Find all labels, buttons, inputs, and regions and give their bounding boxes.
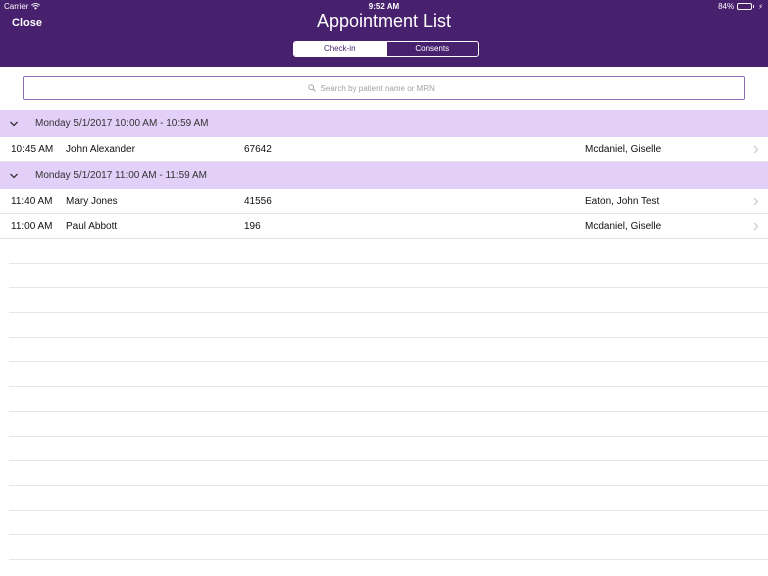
section-header[interactable]: Monday 5/1/2017 10:00 AM - 10:59 AM <box>0 110 768 137</box>
empty-row <box>0 338 768 363</box>
table-row[interactable]: 10:45 AM John Alexander 67642 Mcdaniel, … <box>0 137 768 162</box>
empty-row <box>0 511 768 536</box>
patient-mrn: 67642 <box>244 144 272 155</box>
empty-row <box>0 437 768 462</box>
empty-row <box>0 387 768 412</box>
patient-name: John Alexander <box>66 144 135 155</box>
section-header[interactable]: Monday 5/1/2017 11:00 AM - 11:59 AM <box>0 162 768 189</box>
battery-percent: 84% <box>718 2 735 11</box>
section-title: Monday 5/1/2017 11:00 AM - 11:59 AM <box>35 170 207 181</box>
charging-icon: ⚡ <box>758 3 763 11</box>
nav-header: Carrier 9:52 AM 84% ⚡ Close Appointment … <box>0 0 768 67</box>
battery-icon <box>737 3 755 10</box>
section-title: Monday 5/1/2017 10:00 AM - 10:59 AM <box>35 118 209 129</box>
appointment-time: 11:40 AM <box>11 196 53 207</box>
empty-row <box>0 412 768 437</box>
status-right: 84% ⚡ <box>718 2 763 11</box>
segmented-control: Check-in Consents <box>293 41 479 57</box>
page-title: Appointment List <box>316 11 452 31</box>
tab-consents[interactable]: Consents <box>385 42 479 56</box>
chevron-down-icon[interactable] <box>9 171 19 181</box>
empty-row <box>0 535 768 560</box>
empty-row <box>0 461 768 486</box>
appointment-list: Monday 5/1/2017 10:00 AM - 10:59 AM 10:4… <box>0 110 768 560</box>
status-time: 9:52 AM <box>368 2 400 11</box>
search-icon <box>307 84 316 92</box>
empty-row <box>0 239 768 264</box>
chevron-right-icon <box>753 145 759 154</box>
empty-row <box>0 486 768 511</box>
patient-mrn: 41556 <box>244 196 272 207</box>
table-row[interactable]: 11:00 AM Paul Abbott 196 Mcdaniel, Gisel… <box>0 214 768 239</box>
empty-row <box>0 288 768 313</box>
chevron-right-icon <box>753 197 759 206</box>
search-input[interactable] <box>320 83 461 93</box>
search-bar <box>0 67 768 109</box>
provider-name: Eaton, John Test <box>585 196 660 207</box>
empty-row <box>0 362 768 387</box>
empty-row <box>0 264 768 289</box>
chevron-down-icon[interactable] <box>9 119 19 129</box>
appointment-time: 10:45 AM <box>11 144 54 155</box>
empty-row <box>0 313 768 338</box>
chevron-right-icon <box>753 222 759 231</box>
patient-mrn: 196 <box>244 221 261 232</box>
search-field[interactable] <box>23 76 745 100</box>
provider-name: Mcdaniel, Giselle <box>585 221 662 232</box>
appointment-time: 11:00 AM <box>11 221 53 232</box>
patient-name: Paul Abbott <box>66 221 118 232</box>
patient-name: Mary Jones <box>66 196 118 207</box>
table-row[interactable]: 11:40 AM Mary Jones 41556 Eaton, John Te… <box>0 189 768 214</box>
provider-name: Mcdaniel, Giselle <box>585 144 662 155</box>
tab-check-in[interactable]: Check-in <box>294 42 386 56</box>
